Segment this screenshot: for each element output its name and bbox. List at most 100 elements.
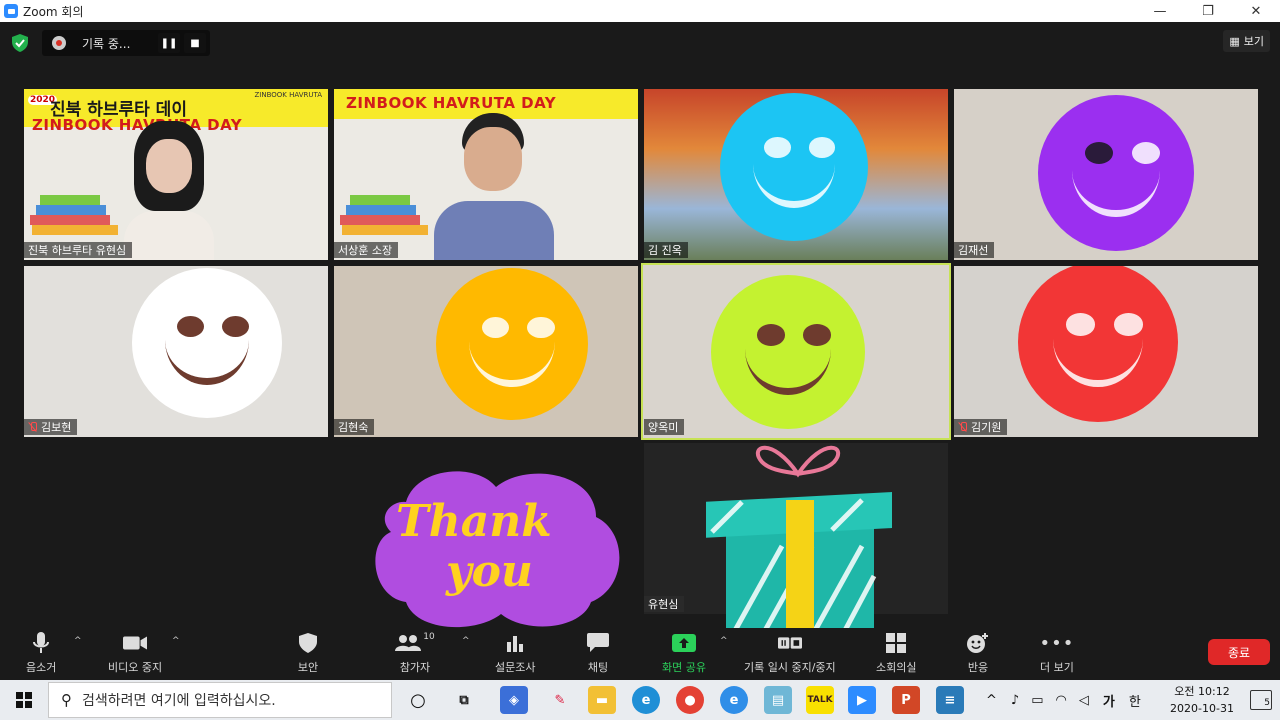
share-screen-icon <box>671 632 696 654</box>
reactions-label: 반응 <box>967 661 989 674</box>
chrome-icon[interactable]: ● <box>676 686 704 714</box>
taskbar-clock[interactable]: 오전 10:12 2020-10-31 <box>1164 683 1240 717</box>
end-meeting-button[interactable]: 종료 <box>1208 639 1270 665</box>
windows-start-button[interactable] <box>0 680 48 720</box>
grid-view-icon: ▦ <box>1229 34 1240 48</box>
cortana-icon[interactable]: ○ <box>404 686 432 714</box>
participant-photo <box>124 121 214 260</box>
participant-name-label: 유현심 <box>644 596 685 612</box>
participants-label: 참가자 <box>399 661 431 674</box>
microphone-tray-icon[interactable]: ♪ <box>1011 693 1019 708</box>
clock-time: 오전 10:12 <box>1174 685 1230 698</box>
meeting-toolbar: 음소거 ^ 비디오 중지 ^ 보안 10 참가자 ^ 설문조사 채팅 화면 공유… <box>0 628 1280 680</box>
video-tile-4[interactable]: 김재선 <box>954 89 1258 260</box>
stop-video-button[interactable]: 비디오 중지 <box>108 632 162 675</box>
audio-options-chevron-icon[interactable]: ^ <box>74 636 82 646</box>
polls-button[interactable]: 설문조사 <box>495 632 535 675</box>
tray-overflow-chevron-icon[interactable]: ^ <box>986 693 997 708</box>
maximize-button[interactable]: ❐ <box>1184 0 1232 22</box>
view-button[interactable]: ▦ 보기 <box>1223 30 1270 52</box>
file-explorer-icon[interactable]: ▬ <box>588 686 616 714</box>
ime-language-indicator[interactable]: 가 <box>1103 691 1115 710</box>
video-options-chevron-icon[interactable]: ^ <box>172 636 180 646</box>
paint-icon[interactable]: ✎ <box>546 686 574 714</box>
mute-button[interactable]: 음소거 <box>26 632 56 675</box>
kakaotalk-icon[interactable]: TALK <box>806 686 834 714</box>
participant-photo <box>434 113 554 260</box>
search-placeholder: 검색하려면 여기에 입력하십시오. <box>82 693 276 709</box>
system-tray: ^ ♪ ▭ ◠ ◁ 가 한 <box>978 680 1147 720</box>
participant-count: 10 <box>423 632 435 642</box>
video-tile-3[interactable]: 김 진옥 <box>644 89 948 260</box>
gift-icon <box>706 445 892 638</box>
reactions-button[interactable]: 반응 <box>966 632 990 675</box>
participants-button[interactable]: 10 참가자 <box>395 632 435 675</box>
video-tile-1[interactable]: 2020 ZINBOOK HAVRUTA 진북 하브루타 데이 ZINBOOK … <box>24 89 328 260</box>
notification-count: 5 <box>1264 698 1270 708</box>
participant-name-label: 김기원 <box>954 419 1008 435</box>
security-shield-icon <box>296 632 320 654</box>
more-label: 더 보기 <box>1040 661 1074 674</box>
recording-status: 기록 중... <box>82 36 131 51</box>
meeting-stage: 기록 중... ❚❚ ■ ▦ 보기 2020 ZINBOOK HAVRUTA 진… <box>0 22 1280 680</box>
video-tile-7[interactable]: 양옥미 <box>641 263 951 440</box>
pause-recording-button[interactable]: ❚❚ <box>158 33 180 53</box>
participants-options-chevron-icon[interactable]: ^ <box>462 636 470 646</box>
mute-label: 음소거 <box>26 661 57 674</box>
microphone-muted-icon <box>958 422 968 432</box>
close-button[interactable]: ✕ <box>1232 0 1280 22</box>
smiley-sticker <box>1018 266 1178 422</box>
zoom-app-icon[interactable]: ▶ <box>848 686 876 714</box>
thank-text: Thank <box>396 496 552 547</box>
stop-video-label: 비디오 중지 <box>108 661 163 674</box>
smiley-sticker <box>436 268 588 420</box>
books-illustration <box>340 185 430 245</box>
video-tile-5[interactable]: 김보현 <box>24 266 328 437</box>
breakout-rooms-button[interactable]: 소회의실 <box>876 632 916 675</box>
zoom-logo-icon <box>4 4 18 18</box>
books-illustration <box>30 185 120 245</box>
recording-dot-icon <box>52 36 66 50</box>
video-tile-6[interactable]: 김현숙 <box>334 266 638 437</box>
chat-button[interactable]: 채팅 <box>586 632 610 675</box>
app-icon-3[interactable]: ≡ <box>936 686 964 714</box>
security-label: 보안 <box>297 661 319 674</box>
search-icon: ⚲ <box>61 691 72 709</box>
battery-icon[interactable]: ▭ <box>1031 693 1043 708</box>
participant-name-label: 김 진옥 <box>644 242 688 258</box>
record-pause-stop-button[interactable]: 기록 일시 중지/중지 <box>744 632 836 675</box>
share-options-chevron-icon[interactable]: ^ <box>720 636 728 646</box>
internet-explorer-icon[interactable]: e <box>720 686 748 714</box>
recording-indicator: 기록 중... ❚❚ ■ <box>42 30 210 56</box>
meeting-topbar: 기록 중... ❚❚ ■ ▦ 보기 <box>0 22 1280 62</box>
network-icon[interactable]: ◠ <box>1056 693 1067 708</box>
more-button[interactable]: ••• 더 보기 <box>1040 632 1074 675</box>
video-tile-8[interactable]: 김기원 <box>954 266 1258 437</box>
video-camera-icon <box>123 632 148 654</box>
edge-icon[interactable]: e <box>632 686 660 714</box>
window-title: Zoom 회의 <box>23 4 84 19</box>
chat-label: 채팅 <box>587 661 609 674</box>
smiley-sticker <box>132 268 282 418</box>
share-screen-button[interactable]: 화면 공유 <box>662 632 706 675</box>
breakout-rooms-icon <box>884 632 908 654</box>
taskbar-search-box[interactable]: ⚲ 검색하려면 여기에 입력하십시오. <box>48 682 392 718</box>
notification-center-icon[interactable]: 5 <box>1250 690 1272 710</box>
smiley-sticker <box>711 275 865 429</box>
smiley-sticker <box>720 93 868 241</box>
clock-date: 2020-10-31 <box>1170 702 1234 715</box>
stop-recording-button[interactable]: ■ <box>184 33 206 53</box>
task-view-icon[interactable]: ⧉ <box>450 686 478 714</box>
volume-icon[interactable]: ◁ <box>1079 693 1089 708</box>
minimize-button[interactable]: — <box>1136 0 1184 22</box>
encryption-shield-icon[interactable] <box>12 34 28 52</box>
security-button[interactable]: 보안 <box>296 632 320 675</box>
window-titlebar: Zoom 회의 — ❐ ✕ <box>0 0 1280 22</box>
powerpoint-icon[interactable]: P <box>892 686 920 714</box>
app-icon-2[interactable]: ▤ <box>764 686 792 714</box>
app-icon-1[interactable]: ◈ <box>500 686 528 714</box>
participant-name-label: 서상훈 소장 <box>334 242 399 258</box>
video-tile-2[interactable]: ZINBOOK HAVRUTA DAY 서상훈 소장 <box>334 89 638 260</box>
ime-mode-indicator[interactable]: 한 <box>1129 691 1141 710</box>
microphone-muted-icon <box>28 422 38 432</box>
